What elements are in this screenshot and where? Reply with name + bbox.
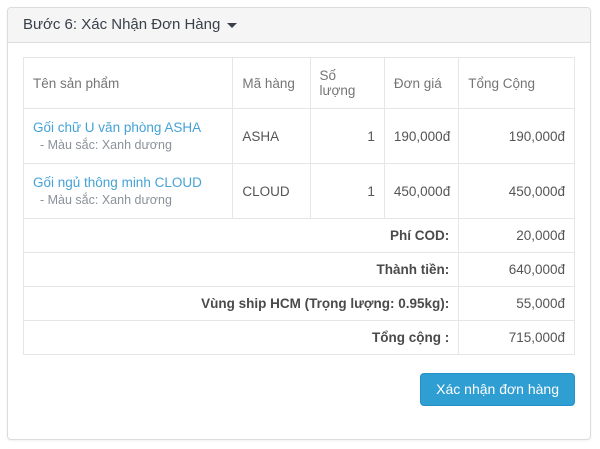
product-code: CLOUD xyxy=(233,164,310,219)
product-unit-price: 190,000đ xyxy=(384,109,458,164)
product-total: 450,000đ xyxy=(459,164,575,219)
product-link[interactable]: Gối ngủ thông minh CLOUD xyxy=(33,173,202,192)
product-quantity: 1 xyxy=(310,109,384,164)
column-header-total: Tổng Cộng xyxy=(459,58,575,109)
caret-down-icon xyxy=(227,23,237,28)
table-header-row: Tên sản phẩm Mã hàng Số lượng Đơn giá Tổ… xyxy=(24,58,575,109)
product-quantity: 1 xyxy=(310,164,384,219)
order-table: Tên sản phẩm Mã hàng Số lượng Đơn giá Tổ… xyxy=(23,57,575,355)
product-row: Gối chữ U văn phòng ASHA - Màu sắc: Xanh… xyxy=(24,109,575,164)
summary-row-grand-total: Tổng cộng : 715,000đ xyxy=(24,321,575,355)
summary-label: Phí COD: xyxy=(24,219,459,253)
summary-row-cod-fee: Phí COD: 20,000đ xyxy=(24,219,575,253)
product-variant: - Màu sắc: Xanh dương xyxy=(33,137,223,154)
summary-label: Vùng ship HCM (Trọng lượng: 0.95kg): xyxy=(24,287,459,321)
summary-label: Thành tiền: xyxy=(24,253,459,287)
summary-value: 55,000đ xyxy=(459,287,575,321)
product-code: ASHA xyxy=(233,109,310,164)
panel-body: Tên sản phẩm Mã hàng Số lượng Đơn giá Tổ… xyxy=(8,43,590,421)
summary-label: Tổng cộng : xyxy=(24,321,459,355)
product-total: 190,000đ xyxy=(459,109,575,164)
product-name-cell: Gối ngủ thông minh CLOUD - Màu sắc: Xanh… xyxy=(24,164,233,219)
product-unit-price: 450,000đ xyxy=(384,164,458,219)
column-header-unit-price: Đơn giá xyxy=(384,58,458,109)
summary-value: 640,000đ xyxy=(459,253,575,287)
product-variant: - Màu sắc: Xanh dương xyxy=(33,192,223,209)
summary-value: 20,000đ xyxy=(459,219,575,253)
summary-row-shipping: Vùng ship HCM (Trọng lượng: 0.95kg): 55,… xyxy=(24,287,575,321)
column-header-code: Mã hàng xyxy=(233,58,310,109)
actions-bar: Xác nhận đơn hàng xyxy=(23,373,575,406)
product-link[interactable]: Gối chữ U văn phòng ASHA xyxy=(33,118,201,137)
product-name-cell: Gối chữ U văn phòng ASHA - Màu sắc: Xanh… xyxy=(24,109,233,164)
panel-title: Bước 6: Xác Nhận Đơn Hàng xyxy=(23,16,220,33)
column-header-product-name: Tên sản phẩm xyxy=(24,58,233,109)
order-confirmation-panel: Bước 6: Xác Nhận Đơn Hàng Tên sản phẩm M… xyxy=(7,7,591,440)
panel-header-toggle[interactable]: Bước 6: Xác Nhận Đơn Hàng xyxy=(8,8,590,43)
summary-row-subtotal: Thành tiền: 640,000đ xyxy=(24,253,575,287)
column-header-quantity: Số lượng xyxy=(310,58,384,109)
product-row: Gối ngủ thông minh CLOUD - Màu sắc: Xanh… xyxy=(24,164,575,219)
summary-value: 715,000đ xyxy=(459,321,575,355)
confirm-order-button[interactable]: Xác nhận đơn hàng xyxy=(420,373,575,406)
